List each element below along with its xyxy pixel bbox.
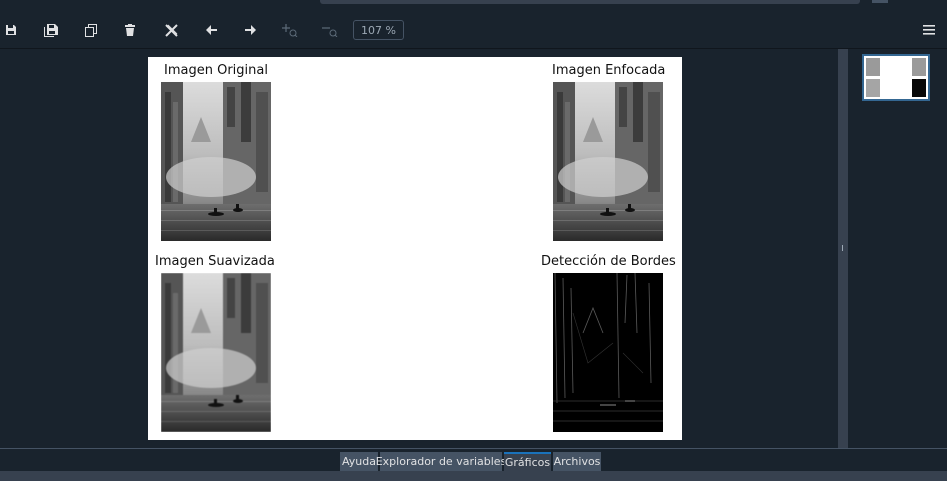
image-smoothed <box>161 273 271 432</box>
copy-button[interactable] <box>75 12 107 48</box>
zoom-in-button[interactable] <box>274 12 306 48</box>
zoom-out-button[interactable] <box>314 12 346 48</box>
title-original: Imagen Original <box>164 63 268 78</box>
save-all-icon <box>44 23 58 37</box>
next-plot-button[interactable] <box>234 12 266 48</box>
delete-all-button[interactable] <box>155 12 187 48</box>
plot-thumbnail[interactable] <box>862 54 930 101</box>
zoom-level-field[interactable]: 107 % <box>353 20 404 40</box>
title-smoothed: Imagen Suavizada <box>155 254 275 269</box>
delete-icon <box>125 24 135 36</box>
tab-explorador-variables[interactable]: Explorador de variables <box>376 452 506 471</box>
status-bar <box>0 471 947 481</box>
options-menu-button[interactable] <box>913 12 945 48</box>
tab-ayuda[interactable]: Ayuda <box>340 452 378 471</box>
zoom-in-icon <box>282 23 298 37</box>
save-icon <box>5 24 17 36</box>
save-button[interactable] <box>0 12 27 48</box>
splitter-handle[interactable] <box>838 49 848 448</box>
figure-canvas: Imagen Original Imagen Enfocada Imagen S… <box>148 57 682 440</box>
tab-archivos[interactable]: Archivos <box>553 452 601 471</box>
previous-plot-button[interactable] <box>195 12 227 48</box>
delete-all-icon <box>164 23 178 37</box>
tab-graficos[interactable]: Gráficos <box>504 452 551 471</box>
delete-button[interactable] <box>114 12 146 48</box>
splitter-grip <box>842 245 843 251</box>
copy-icon <box>85 23 97 37</box>
pane-tab-bar: Ayuda Explorador de variables Gráficos A… <box>0 448 947 471</box>
plots-toolbar: 107 % <box>0 12 947 48</box>
title-sharpened: Imagen Enfocada <box>552 63 666 78</box>
save-all-button[interactable] <box>35 12 67 48</box>
arrow-right-icon <box>244 25 256 35</box>
title-edges: Detección de Bordes <box>541 254 676 269</box>
plot-viewer[interactable]: Imagen Original Imagen Enfocada Imagen S… <box>0 49 838 448</box>
top-strip <box>0 0 947 12</box>
image-edges <box>553 273 663 432</box>
top-scrollbar[interactable] <box>320 0 860 4</box>
thumbnails-panel <box>848 49 947 448</box>
arrow-left-icon <box>205 25 217 35</box>
hamburger-menu-icon <box>923 25 935 35</box>
top-corner-indicator <box>872 0 888 3</box>
zoom-out-icon <box>322 23 338 37</box>
image-original <box>161 82 271 241</box>
image-sharpened <box>553 82 663 241</box>
